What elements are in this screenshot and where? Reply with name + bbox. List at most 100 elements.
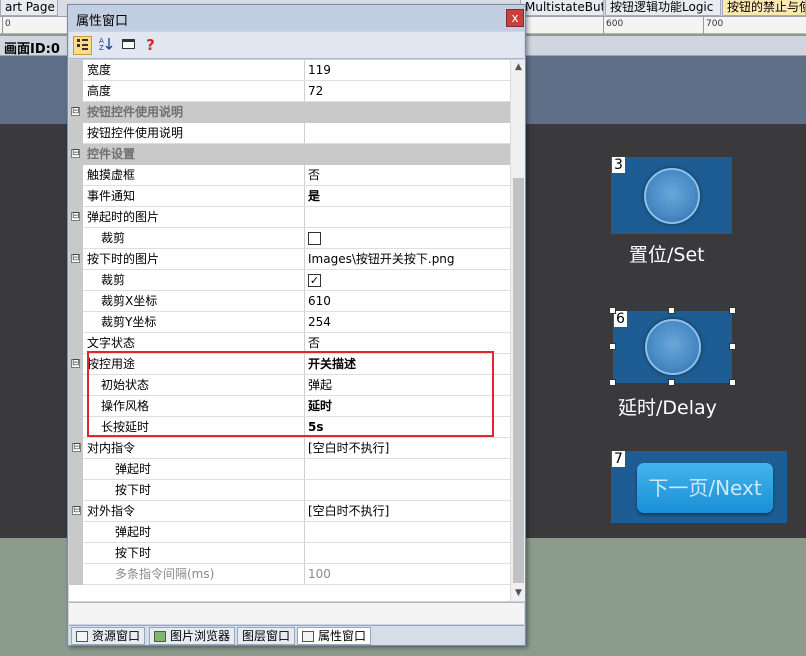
property-row[interactable]: 弹起时 xyxy=(69,522,510,543)
collapse-toggle-icon[interactable]: ⊟ xyxy=(72,443,81,452)
next-page-widget[interactable]: 7 下一页/Next xyxy=(611,451,787,523)
property-value[interactable]: [空白时不执行] xyxy=(308,501,389,522)
category-name: 控件设置 xyxy=(87,147,136,161)
collapse-toggle-icon[interactable]: ⊟ xyxy=(71,212,80,221)
set-button-caption: 置位/Set xyxy=(629,244,705,266)
scroll-thumb[interactable] xyxy=(513,178,524,583)
property-row[interactable]: 宽度 119 xyxy=(69,60,510,81)
property-value[interactable]: 254 xyxy=(308,312,331,333)
property-value[interactable]: 100 xyxy=(308,564,331,585)
property-name: 裁剪 xyxy=(101,231,126,245)
property-value[interactable]: [空白时不执行] xyxy=(308,438,389,459)
property-window-title: 属性窗口 xyxy=(76,14,129,29)
property-grid: 宽度 119 高度 72 ⊟ 按钮控件使用说明 按钮控件使用说明 ⊟ 控件设置 触摸虚框… xyxy=(69,60,510,601)
tab-start-page[interactable]: art Page xyxy=(0,0,58,16)
ruler-label-700: 700 xyxy=(706,19,724,29)
property-value[interactable]: 119 xyxy=(308,60,331,81)
scroll-up-icon[interactable]: ▲ xyxy=(511,60,526,75)
categorized-view-icon[interactable] xyxy=(73,36,92,55)
resize-handle[interactable] xyxy=(609,379,616,386)
resize-handle[interactable] xyxy=(729,343,736,350)
property-name: 裁剪 xyxy=(101,273,126,287)
image-browser-icon xyxy=(154,631,166,642)
tab-image-browser[interactable]: 图片浏览器 xyxy=(149,627,236,645)
tab-multistate-button[interactable]: MultistateButton xyxy=(520,0,604,16)
property-row[interactable]: 按下时 xyxy=(69,543,510,564)
property-row[interactable]: 裁剪X坐标 610 xyxy=(69,291,510,312)
collapse-toggle-icon[interactable]: ⊟ xyxy=(71,149,80,158)
property-toolbar: AZ ? xyxy=(69,32,524,59)
property-name: 多条指令间隔(ms) xyxy=(115,567,215,581)
category-name: 按钮控件使用说明 xyxy=(87,105,184,119)
resize-handle[interactable] xyxy=(668,307,675,314)
alphabetical-sort-icon[interactable]: AZ xyxy=(96,36,115,55)
property-pages-icon[interactable] xyxy=(119,36,138,55)
property-row[interactable]: ⊟ 弹起时的图片 xyxy=(69,207,510,228)
property-row[interactable]: 裁剪 ✓ xyxy=(69,270,510,291)
property-row[interactable]: 按钮控件使用说明 xyxy=(69,123,510,144)
property-name: 裁剪Y坐标 xyxy=(101,315,157,329)
category-row[interactable]: ⊟ 按钮控件使用说明 xyxy=(69,102,510,123)
next-page-button[interactable]: 下一页/Next xyxy=(637,463,773,513)
crop-checkbox-checked[interactable]: ✓ xyxy=(308,274,321,287)
tab-button-enable-disable[interactable]: 按钮的禁止与使能 xyxy=(722,0,806,16)
collapse-toggle-icon[interactable]: ⊟ xyxy=(71,107,80,116)
collapse-toggle-icon[interactable]: ⊟ xyxy=(71,359,80,368)
resize-handle[interactable] xyxy=(609,307,616,314)
resize-handle[interactable] xyxy=(729,307,736,314)
property-name: 触摸虚框 xyxy=(87,168,136,182)
property-row[interactable]: ⊟ 对内指令 [空白时不执行] xyxy=(69,438,510,459)
property-row[interactable]: 裁剪 xyxy=(69,228,510,249)
resize-handle[interactable] xyxy=(729,379,736,386)
help-icon[interactable]: ? xyxy=(141,36,160,55)
property-row[interactable]: 弹起时 xyxy=(69,459,510,480)
property-row[interactable]: 按下时 xyxy=(69,480,510,501)
property-value[interactable]: 610 xyxy=(308,291,331,312)
property-name: 裁剪X坐标 xyxy=(101,294,158,308)
property-row[interactable]: 事件通知 是 xyxy=(69,186,510,207)
bottom-panel-tabs: 资源窗口 图片浏览器 图层窗口 属性窗口 xyxy=(69,625,524,645)
property-name: 对内指令 xyxy=(87,441,136,455)
collapse-toggle-icon[interactable]: ⊟ xyxy=(72,506,81,515)
category-row[interactable]: ⊟ 控件设置 xyxy=(69,144,510,165)
property-name: 对外指令 xyxy=(87,504,136,518)
property-value[interactable]: 是 xyxy=(308,186,320,207)
property-value[interactable]: 72 xyxy=(308,81,323,102)
screen-id-label: 画面ID:0 xyxy=(4,42,60,57)
scroll-down-icon[interactable]: ▼ xyxy=(511,586,526,601)
tab-button-logic[interactable]: 按钮逻辑功能Logic xyxy=(605,0,721,16)
property-name: 按下时 xyxy=(115,546,152,560)
tab-label: 资源窗口 xyxy=(92,629,141,643)
property-name: 弹起时 xyxy=(115,462,152,476)
ruler-label-600: 600 xyxy=(606,19,624,29)
vertical-scrollbar[interactable]: ▲ ▼ xyxy=(510,60,525,601)
property-row[interactable]: 高度 72 xyxy=(69,81,510,102)
tab-resource-window[interactable]: 资源窗口 xyxy=(71,627,146,645)
property-name: 按下时的图片 xyxy=(87,252,160,266)
property-row[interactable]: 多条指令间隔(ms) 100 xyxy=(69,564,510,585)
property-row[interactable]: ⊟ 对外指令 [空白时不执行] xyxy=(69,501,510,522)
collapse-toggle-icon[interactable]: ⊟ xyxy=(71,254,80,263)
property-value[interactable]: Images\按钮开关按下.png xyxy=(308,249,455,270)
set-button-widget[interactable]: 3 xyxy=(611,157,732,234)
property-row[interactable]: ⊟ 按下时的图片 Images\按钮开关按下.png xyxy=(69,249,510,270)
tab-property-window[interactable]: 属性窗口 xyxy=(297,627,372,645)
round-button-icon xyxy=(643,167,700,224)
resize-handle[interactable] xyxy=(668,379,675,386)
resize-handle[interactable] xyxy=(609,343,616,350)
round-button-icon xyxy=(644,319,701,375)
property-row[interactable]: 触摸虚框 否 xyxy=(69,165,510,186)
description-pane xyxy=(69,602,524,624)
property-value[interactable]: 否 xyxy=(308,165,320,186)
close-button[interactable]: x xyxy=(506,9,524,27)
property-name: 弹起时的图片 xyxy=(87,210,160,224)
delay-button-widget[interactable]: 6 xyxy=(613,311,732,383)
property-name: 事件通知 xyxy=(87,189,136,203)
property-name: 高度 xyxy=(87,84,112,98)
property-row[interactable]: 裁剪Y坐标 254 xyxy=(69,312,510,333)
delay-button-caption: 延时/Delay xyxy=(618,397,717,419)
property-window-titlebar[interactable]: 属性窗口 x xyxy=(68,5,525,31)
crop-checkbox[interactable] xyxy=(308,232,321,245)
tab-layer-window[interactable]: 图层窗口 xyxy=(237,627,296,645)
ruler-label-0: 0 xyxy=(5,19,11,29)
